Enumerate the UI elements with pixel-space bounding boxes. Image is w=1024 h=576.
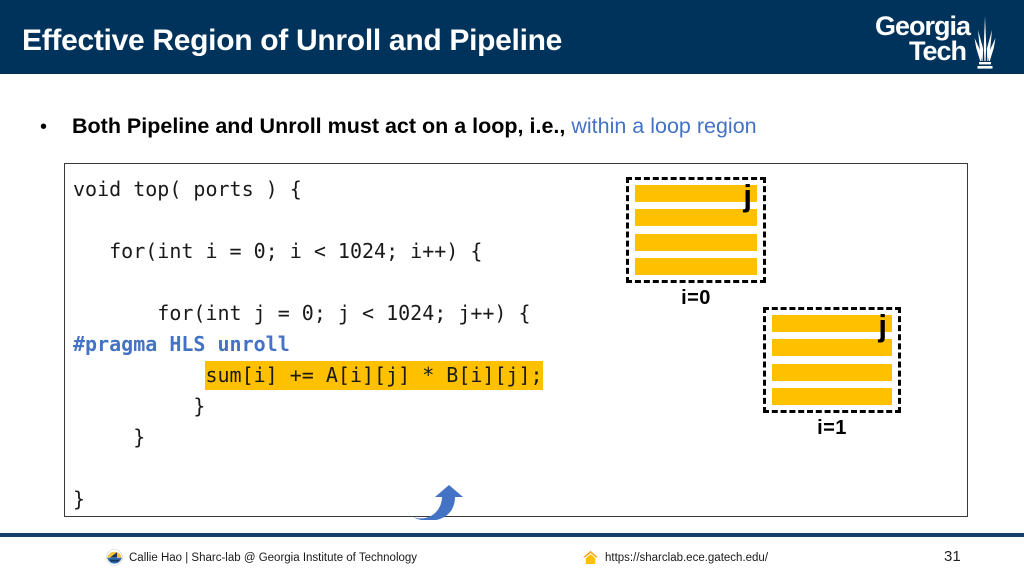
code-line: } [73, 487, 86, 511]
unroll-axis-label-j: j [878, 308, 887, 343]
home-icon [583, 550, 598, 564]
unroll-bar [772, 339, 892, 357]
georgia-tech-wordmark: Georgia Tech [830, 13, 971, 66]
curved-up-right-arrow-icon [407, 485, 463, 520]
unroll-caption: i=0 [681, 287, 711, 309]
code-line: sum[i] += A[i][j] * B[i][j]; [73, 360, 543, 391]
bullet-text-primary: Both Pipeline and Unroll must act on a l… [72, 114, 566, 138]
unroll-bar [772, 363, 892, 381]
unroll-bar [772, 315, 892, 332]
gt-tower-icon [974, 16, 996, 69]
highlighted-code: sum[i] += A[i][j] * B[i][j]; [205, 361, 543, 390]
unroll-bar [635, 209, 757, 227]
sharc-lab-logo-icon [106, 549, 123, 566]
page-number: 31 [944, 548, 961, 565]
code-line: for(int j = 0; j < 1024; j++) { [73, 301, 531, 325]
code-line: } [73, 394, 206, 418]
footer-url[interactable]: https://sharclab.ece.gatech.edu/ [582, 549, 768, 566]
unroll-bar [772, 387, 892, 405]
georgia-tech-logo: Georgia Tech [826, 8, 1006, 70]
footer-url-text: https://sharclab.ece.gatech.edu/ [605, 551, 769, 564]
code-line: for(int i = 0; i < 1024; i++) { [73, 239, 483, 263]
unroll-diagram-iteration-0: j i=0 [626, 177, 766, 310]
bullet-marker: • [40, 116, 48, 138]
slide-footer: Callie Hao | Sharc-lab @ Georgia Institu… [0, 545, 1024, 576]
page-title: Effective Region of Unroll and Pipeline [22, 24, 563, 57]
unroll-caption: i=1 [817, 417, 847, 439]
code-line: void top( ports ) { [73, 177, 302, 201]
unroll-bar [635, 257, 757, 275]
footer-author: Callie Hao | Sharc-lab @ Georgia Institu… [106, 549, 417, 566]
footer-author-text: Callie Hao | Sharc-lab @ Georgia Institu… [129, 551, 418, 564]
footer-divider [0, 533, 1024, 537]
logo-line-tech: Tech [908, 35, 967, 66]
code-listing: void top( ports ) { for(int i = 0; i < 1… [73, 174, 543, 515]
bullet-text-emphasis: within a loop region [571, 114, 757, 138]
unroll-bar [635, 185, 757, 202]
unroll-loop-region-box: j [626, 177, 766, 283]
unroll-loop-region-box: j [763, 307, 901, 413]
unroll-bar [635, 233, 757, 251]
code-line: } [73, 425, 146, 449]
code-line: #pragma HLS unroll [73, 332, 290, 356]
unroll-diagram-iteration-1: j i=1 [763, 307, 901, 440]
unroll-axis-label-j: j [743, 178, 752, 213]
bullet-line: • Both Pipeline and Unroll must act on a… [36, 114, 986, 139]
